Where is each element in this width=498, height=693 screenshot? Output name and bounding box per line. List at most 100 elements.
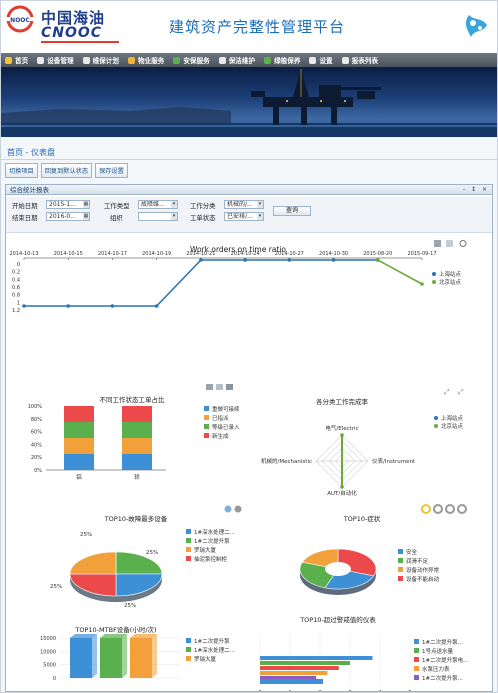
menu-item-icon: [309, 56, 317, 64]
menu-item-icon: [37, 56, 45, 64]
menu-item-0[interactable]: 首页: [5, 55, 28, 65]
menu-item-7[interactable]: 设置: [309, 55, 333, 65]
y-tick-label: 80%: [31, 417, 42, 423]
chart-tool-icon: [216, 384, 223, 390]
query-button[interactable]: 查询: [273, 206, 311, 216]
legend-marker: [398, 549, 403, 554]
menu-item-1[interactable]: 设备管理: [37, 55, 74, 65]
x-tick-label: 2015-08-20: [363, 251, 392, 257]
chevron-down-icon[interactable]: ▾: [257, 213, 263, 220]
legend-marker: [432, 272, 436, 276]
legend-marker: [432, 280, 436, 284]
y-tick-label: 1: [17, 300, 20, 306]
x-tick-label: 4: [378, 690, 381, 691]
chevron-down-icon[interactable]: ▾: [171, 213, 177, 220]
chart-tool-icon: [206, 384, 213, 390]
end-date-value: 2016-0...: [49, 213, 76, 220]
x-tick-label: 2: [318, 690, 321, 691]
bar-segment: [64, 422, 94, 438]
menu-item-5[interactable]: 保洁维护: [218, 55, 256, 65]
legend-marker: [186, 556, 191, 561]
axis-label: AUT/自动化: [327, 489, 357, 497]
legend-marker: [204, 433, 209, 438]
chart-tool-icon: [234, 505, 242, 513]
data-label: 25%: [50, 584, 62, 590]
legend-marker: [186, 547, 191, 552]
bar-segment: [64, 438, 94, 454]
start-date-value: 2015-1...: [49, 201, 76, 208]
chart-title: TOP10-超过警戒值的仪表: [299, 615, 376, 624]
data-point: [340, 485, 344, 489]
legend-label: 重做可接续: [212, 405, 240, 413]
legend-marker: [204, 415, 209, 420]
calendar-icon[interactable]: ▦: [83, 201, 89, 208]
work-category-select[interactable]: 机械的/... ▾: [224, 200, 264, 209]
legend-marker: [186, 656, 191, 661]
y-tick-label: 0%: [34, 468, 42, 474]
x-tick-label: 2014-10-19: [142, 251, 171, 257]
y-tick-label: 0.8: [12, 293, 20, 299]
menu-item-label: 设置: [319, 57, 333, 65]
menu-item-icon: [82, 56, 90, 64]
legend-marker: [414, 648, 419, 653]
menu-item-label: 绿植保养: [274, 57, 301, 65]
end-date-input[interactable]: 2016-0... ▦: [46, 212, 90, 221]
legend-label: 1#二次提升泵电...: [422, 656, 469, 664]
filter-bar: 开始日期 2015-1... ▦ 结束日期 2016-0... ▦ 工作类型 故障维…: [6, 197, 492, 233]
menu-item-label: 设备管理: [47, 57, 74, 65]
charts-canvas: Work orders on time ratio2014-10-13 2014-…: [9, 240, 469, 692]
chevron-down-icon[interactable]: ▾: [257, 201, 263, 208]
menu-item-label: 报表列表: [351, 57, 378, 65]
switch-project-button[interactable]: 切换项目: [5, 163, 38, 178]
y-tick-label: 10000: [40, 649, 56, 655]
y-tick-label: 0.6: [12, 285, 20, 291]
work-category-value: 机械的/...: [227, 201, 253, 208]
menu-item-4[interactable]: 安保服务: [173, 55, 210, 65]
menu-item-8[interactable]: 报表列表: [341, 55, 378, 65]
panel-window-controls[interactable]: - ↕ ×: [463, 185, 489, 195]
order-status-select[interactable]: 已安排/... ▾: [224, 212, 264, 221]
bar-segment: [64, 454, 94, 470]
bar: [260, 656, 373, 660]
legend-label: 上海站点: [441, 414, 464, 422]
bar-segment: [64, 406, 94, 422]
banner-image: [1, 67, 497, 137]
legend-label: 水泵压力表: [422, 665, 450, 673]
legend-label: 罗瑞大厦: [194, 546, 217, 554]
data-point: [287, 258, 292, 262]
legend-label: 1#深水处理二...: [194, 528, 235, 536]
image-icon: [446, 240, 453, 247]
legend-marker: [398, 558, 403, 563]
legend-label: 已指派: [212, 414, 229, 422]
chart-title: 各分类工作完成率: [316, 397, 369, 406]
menu-item-6[interactable]: 绿植保养: [264, 55, 300, 65]
menu-item-3[interactable]: 物业服务: [127, 55, 164, 65]
y-tick-label: 0: [17, 262, 20, 268]
start-date-input[interactable]: 2015-1... ▦: [46, 200, 90, 209]
x-tick-label: 2014-10-27: [275, 251, 304, 257]
end-date-label: 结束日期: [12, 214, 38, 222]
menu-item-label: 保洁维护: [228, 57, 256, 65]
calendar-icon[interactable]: ▦: [83, 213, 89, 220]
save-settings-button[interactable]: 保存设置: [95, 163, 128, 178]
work-type-label: 工作类型: [104, 202, 130, 210]
order-status-label: 工单状态: [190, 214, 216, 222]
refresh-icon: [459, 240, 467, 247]
work-type-select[interactable]: 故障维... ▾: [138, 200, 178, 209]
y-tick-label: 0.4: [12, 277, 20, 283]
svg-text:NOOC: NOOC: [10, 17, 30, 24]
app-window: NOOC 中国海油 CNOOC 建筑资产完整性管理平台 首页 设备管理 维保计划 物业…: [0, 0, 498, 693]
x-tick-label: 铝: [76, 473, 82, 481]
legend-label: 设备动作异常: [406, 566, 440, 574]
x-tick-label: 轿: [134, 473, 140, 481]
chevron-down-icon[interactable]: ▾: [171, 201, 177, 208]
bar: [260, 661, 350, 665]
org-select[interactable]: ▾: [138, 212, 178, 221]
legend-label: 安全: [406, 548, 418, 556]
legend-marker: [204, 406, 209, 411]
reset-default-button[interactable]: 回复到默认状态: [40, 163, 93, 178]
y-tick-label: 5000: [43, 663, 56, 669]
menu-item-2[interactable]: 维保计划: [82, 55, 119, 65]
legend-label: 1#二次提升泵: [194, 637, 230, 645]
pie-slice: [115, 573, 163, 597]
